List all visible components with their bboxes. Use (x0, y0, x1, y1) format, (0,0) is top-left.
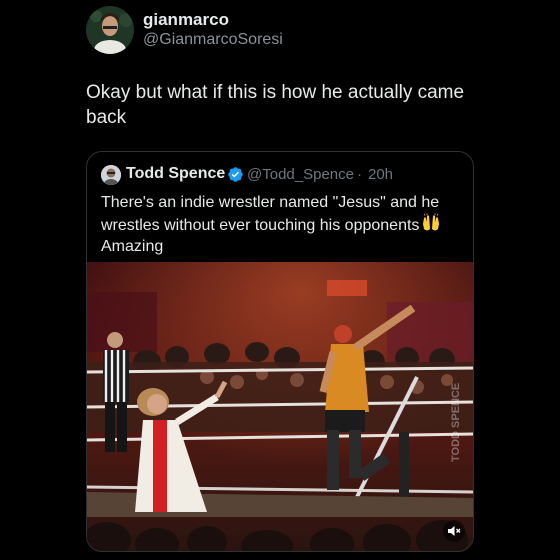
author-handle[interactable]: @GianmarcoSoresi (143, 31, 283, 49)
quoted-text-line: There's an indie wrestler named "Jesus" … (101, 194, 440, 211)
quoted-author-name[interactable]: Todd Spence (126, 165, 225, 183)
quoted-tweet-text: There's an indie wrestler named "Jesus" … (101, 192, 466, 257)
quoted-author-handle[interactable]: @Todd_Spence (247, 166, 354, 183)
author-avatar[interactable] (86, 6, 134, 54)
tweet-text: Okay but what if this is how he actually… (86, 80, 486, 130)
quoted-tweet-card[interactable]: Todd Spence @Todd_Spence · 20h There's a… (86, 151, 474, 552)
quoted-text-line: wrestles without ever touching his oppon… (101, 213, 466, 236)
tweet-text-line: back (86, 107, 127, 128)
timestamp[interactable]: 20h (368, 166, 393, 183)
tweet-text-line: Okay but what if this is how he actually… (86, 82, 465, 103)
mute-icon (448, 526, 461, 536)
raising-hands-emoji-icon (423, 213, 440, 231)
video-frame: TODD SPENCE (87, 262, 473, 551)
quoted-author-avatar[interactable] (101, 165, 121, 185)
verified-badge-icon (228, 167, 243, 182)
quoted-text-line: Amazing (101, 238, 164, 255)
separator-dot: · (357, 166, 362, 183)
profile-photo-icon (86, 6, 134, 54)
author-name[interactable]: gianmarco (143, 10, 229, 30)
video-player[interactable]: TODD SPENCE (87, 262, 473, 551)
video-watermark: TODD SPENCE (450, 383, 462, 462)
profile-photo-icon (101, 165, 121, 185)
quoted-text-segment: wrestles without ever touching his oppon… (101, 217, 420, 234)
mute-button[interactable] (443, 520, 465, 542)
